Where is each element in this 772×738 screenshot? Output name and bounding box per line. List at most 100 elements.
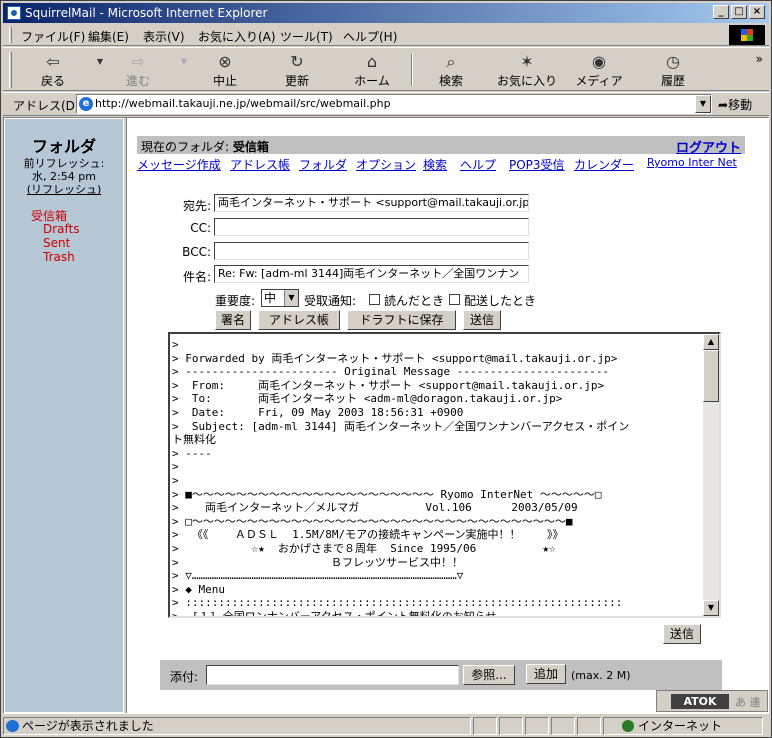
menu-tools[interactable]: ツール(T) [280,28,333,45]
body-line: > To: 両毛インターネット <adm-ml@doragon.takauji.… [172,392,563,406]
forward-arrow-icon: ⇨ [131,52,145,71]
logout-link[interactable]: ログアウト [676,137,741,156]
add-attachment-button[interactable]: 追加 [526,664,566,684]
refresh-link[interactable]: (リフレッシュ) [5,181,123,197]
nav-help[interactable]: ヘルプ [460,156,496,173]
status-text: ページが表示されました [22,719,154,733]
body-scrollbar[interactable]: ▲ ▼ [703,334,719,616]
body-line: > Date: Fri, 09 May 2003 18:56:31 +0900 [172,405,464,419]
folder-pane: フォルダ 前リフレッシュ: 水, 2:54 pm (リフレッシュ) 受信箱 Dr… [5,119,123,712]
address-bar: アドレス(D) e http://webmail.takauji.ne.jp/w… [3,92,769,116]
frame-divider[interactable] [123,118,127,713]
body-line: > ☆★ おかげさまで８周年 Since 1995/06 ★☆ [172,541,556,555]
nav-options[interactable]: オプション [356,156,416,173]
menu-view[interactable]: 表示(V) [143,28,185,45]
body-line: > [１] 全国ワンナンバーアクセス・ポイント無料化のお知らせ [172,609,497,618]
status-cell [525,717,549,735]
current-folder-bar: 現在のフォルダ: 受信箱 ログアウト [137,136,745,156]
toolbar-grip [9,27,12,43]
body-line: > ▽…………………………………………………………………………………………………… [172,569,464,583]
page-content: フォルダ 前リフレッシュ: 水, 2:54 pm (リフレッシュ) 受信箱 Dr… [3,117,769,714]
back-button[interactable]: ⇦ 戻る [33,50,73,90]
nav-ryomo[interactable]: Ryomo Inter Net [647,156,737,169]
history-button[interactable]: ◷ 履歴 [653,50,693,90]
menu-file[interactable]: ファイル(F) [21,28,85,45]
ie-page-icon [7,6,21,20]
to-label: 宛先: [182,199,211,213]
status-text-cell: ページが表示されました [3,717,471,735]
status-cell [577,717,601,735]
folder-drafts[interactable]: Drafts [43,222,80,236]
stop-button[interactable]: ⊗ 中止 [203,50,247,90]
send-button-bottom[interactable]: 送信 [663,624,701,644]
scroll-down-icon[interactable]: ▼ [703,600,719,616]
body-line: > From: 両毛インターネット・サポート <support@mail.tak… [172,378,605,392]
to-field[interactable]: 両毛インターネット・サポート <support@mail.takauji.or.… [214,194,529,212]
go-button[interactable]: ➦移動 [718,96,752,113]
attach-file-input[interactable] [206,665,459,685]
priority-value: 中 [264,291,277,305]
browser-window: SquirrelMail - Microsoft Internet Explor… [0,0,772,738]
address-book-button[interactable]: アドレス帳 [258,310,340,330]
bcc-field[interactable] [214,242,529,260]
delivery-receipt-label: 配送したとき [464,294,537,308]
body-line: > □～～～～～～～～～～～～～～～～～～～～～～～～～～～～～～～～～～■ [172,514,573,528]
favorites-button[interactable]: ✶ お気に入り [493,50,561,90]
folder-sent[interactable]: Sent [43,236,70,250]
save-draft-button[interactable]: ドラフトに保存 [347,310,456,330]
stop-icon: ⊗ [218,52,232,71]
send-button-top[interactable]: 送信 [463,310,501,330]
body-line: > Ｂフレッツサービス中！！ [172,555,463,569]
maximize-button[interactable]: □ [731,5,747,19]
nav-addresses[interactable]: アドレス帳 [230,156,290,173]
minimize-button[interactable]: _ [713,5,729,19]
close-button[interactable]: × [749,5,765,19]
home-button[interactable]: ⌂ ホーム [349,50,395,90]
title-bar: SquirrelMail - Microsoft Internet Explor… [3,3,769,23]
zone-cell: インターネット [603,717,763,735]
scroll-up-icon[interactable]: ▲ [703,334,719,350]
priority-select[interactable]: 中 ▼ [261,289,299,307]
nav-search[interactable]: 検索 [423,156,447,173]
menu-favorites[interactable]: お気に入り(A) [198,28,276,45]
browse-button[interactable]: 参照... [463,665,515,685]
body-line: > ::::::::::::::::::::::::::::::::::::::… [172,596,623,610]
scroll-thumb[interactable] [703,350,719,402]
search-button[interactable]: ⌕ 検索 [429,50,473,90]
ie-logo-icon: e [79,97,93,111]
body-line: > Subject: [adm-ml 3144] 両毛インターネット／全国ワンナ… [172,419,630,433]
delivery-receipt-checkbox[interactable] [449,294,460,305]
ime-toolbar[interactable]: ATOK あ 連 [656,690,768,712]
folder-trash[interactable]: Trash [43,250,75,264]
message-body-text: > > Forwarded by 両毛インターネット・サポート <support@… [172,338,702,618]
current-folder-name: 受信箱 [232,140,269,154]
cc-label: CC: [190,221,211,235]
signature-button[interactable]: 署名 [215,310,251,330]
forward-button[interactable]: ⇨ 進む [118,50,158,90]
address-input[interactable]: e http://webmail.takauji.ne.jp/webmail/s… [76,94,712,114]
priority-label: 重要度: [215,294,256,308]
back-dropdown[interactable]: ▼ [89,50,103,90]
address-dropdown-button[interactable]: ▼ [695,95,711,113]
folder-pane-title: フォルダ [31,137,96,156]
media-button[interactable]: ◉ メディア [575,50,623,90]
nav-calendar[interactable]: カレンダー [574,156,634,173]
toolbar-overflow-chevron[interactable]: » [756,52,763,66]
toolbar-grip [9,52,12,88]
status-bar: ページが表示されました インターネット [3,715,769,736]
menu-help[interactable]: ヘルプ(H) [343,28,397,45]
cc-field[interactable] [214,218,529,236]
menu-edit[interactable]: 編集(E) [88,28,129,45]
read-receipt-checkbox[interactable] [369,294,380,305]
refresh-icon: ↻ [290,52,304,71]
nav-compose[interactable]: メッセージ作成 [137,156,221,173]
forward-dropdown[interactable]: ▼ [173,50,187,90]
refresh-button[interactable]: ↻ 更新 [275,50,319,90]
subject-label: 件名: [182,270,211,284]
nav-folders[interactable]: フォルダ [299,156,347,173]
body-line: ト無料化 [172,433,216,447]
message-body-textarea[interactable]: > > Forwarded by 両毛インターネット・サポート <support@… [168,332,721,618]
subject-field[interactable]: Re: Fw: [adm-ml 3144]両毛インターネット／全国ワンナン [214,265,529,283]
nav-pop3[interactable]: POP3受信 [509,156,565,173]
media-icon: ◉ [592,52,606,71]
